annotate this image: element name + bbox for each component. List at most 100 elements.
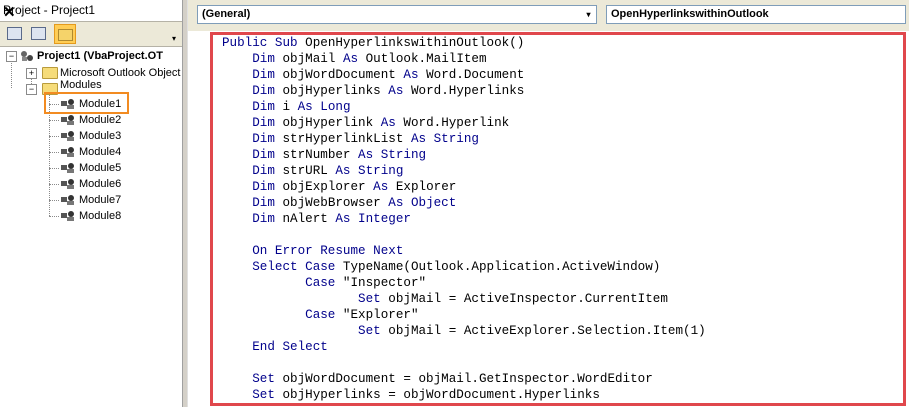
view-object-button[interactable] (28, 24, 48, 42)
tree-line (49, 152, 59, 153)
tree-node-label: Module4 (79, 146, 122, 158)
object-dropdown[interactable]: (General) ▾ (197, 5, 597, 24)
code-line: End Select (222, 339, 706, 355)
code-editor[interactable]: Public Sub OpenHyperlinkswithinOutlook()… (222, 35, 706, 403)
code-text: objHyperlinks = objWordDocument.Hyperlin… (282, 388, 600, 402)
view-code-icon (7, 27, 22, 40)
code-keyword: Set (222, 324, 389, 338)
code-text: objWordDocument (282, 68, 404, 82)
code-text: strURL (282, 164, 336, 178)
code-text: Word.Document (426, 68, 525, 82)
code-line: Dim objHyperlinks As Word.Hyperlinks (222, 83, 706, 99)
code-keyword: Dim (222, 148, 283, 162)
tree-node-label: Module6 (79, 178, 122, 190)
code-keyword: Dim (222, 132, 283, 146)
tree-node-module[interactable]: Module7 (0, 192, 182, 208)
code-keyword: Case (222, 308, 343, 322)
module-icon (61, 211, 74, 221)
code-keyword: Dim (222, 212, 283, 226)
collapse-icon[interactable]: − (6, 51, 17, 62)
tree-node-label: Project1 (VbaProject.OT (37, 50, 163, 62)
module-icon (61, 195, 74, 205)
procedure-dropdown[interactable]: OpenHyperlinkswithinOutlook (606, 5, 906, 24)
code-line: Dim i As Long (222, 99, 706, 115)
folder-icon (42, 67, 58, 79)
toolbar-scroll-button[interactable]: ▾ (171, 22, 182, 46)
procedure-dropdown-value: OpenHyperlinkswithinOutlook (611, 8, 769, 20)
tree-line (49, 120, 59, 121)
code-line: Dim objWordDocument As Word.Document (222, 67, 706, 83)
code-keyword: As Long (297, 100, 351, 114)
tree-line (49, 168, 59, 169)
vba-project-icon (21, 51, 33, 61)
tree-line (49, 136, 59, 137)
code-keyword: As (373, 180, 396, 194)
view-object-icon (31, 27, 46, 40)
module-icon (61, 163, 74, 173)
code-line: Set objMail = ActiveInspector.CurrentIte… (222, 291, 706, 307)
code-line: Select Case TypeName(Outlook.Application… (222, 259, 706, 275)
code-keyword: End Select (222, 340, 328, 354)
collapse-icon[interactable]: − (26, 84, 37, 95)
code-text: Word.Hyperlinks (410, 84, 525, 98)
tree-node-module[interactable]: Module5 (0, 160, 182, 176)
code-text: "Explorer" (342, 308, 419, 322)
tree-line (49, 216, 59, 217)
code-keyword: Dim (222, 180, 283, 194)
code-text: Outlook.MailItem (365, 52, 487, 66)
code-keyword: As String (410, 132, 479, 146)
code-line: Set objMail = ActiveExplorer.Selection.I… (222, 323, 706, 339)
tree-node-project[interactable]: − Project1 (VbaProject.OT (0, 48, 182, 64)
chevron-down-icon[interactable]: ▾ (581, 6, 596, 23)
tree-node-label: Module3 (79, 130, 122, 142)
module-icon (61, 131, 74, 141)
code-keyword: Public Sub (222, 36, 306, 50)
code-keyword: On Error Resume Next (222, 244, 404, 258)
tree-node-module[interactable]: Module2 (0, 112, 182, 128)
code-line: Dim strNumber As String (222, 147, 706, 163)
module-icon (61, 179, 74, 189)
code-keyword: Dim (222, 116, 283, 130)
code-text: Explorer (395, 180, 457, 194)
project-toolbar: ▾ (0, 21, 182, 47)
code-line: Dim objMail As Outlook.MailItem (222, 51, 706, 67)
tree-node-module[interactable]: Module6 (0, 176, 182, 192)
code-text: OpenHyperlinkswithinOutlook() (305, 36, 525, 50)
tree-node-label: Module8 (79, 210, 122, 222)
code-keyword: As Object (388, 196, 457, 210)
tree-node-label: Module5 (79, 162, 122, 174)
code-line: Case "Inspector" (222, 275, 706, 291)
code-keyword: Dim (222, 84, 283, 98)
code-text: objHyperlink (282, 116, 381, 130)
tree-line (49, 200, 59, 201)
code-line: On Error Resume Next (222, 243, 706, 259)
code-keyword: Case (222, 276, 343, 290)
code-line: Set objHyperlinks = objWordDocument.Hype… (222, 387, 706, 403)
code-text: nAlert (282, 212, 336, 226)
code-line: Set objWordDocument = objMail.GetInspect… (222, 371, 706, 387)
code-keyword: Dim (222, 52, 283, 66)
code-window: (General) ▾ OpenHyperlinkswithinOutlook … (188, 0, 909, 407)
code-line: Dim objHyperlink As Word.Hyperlink (222, 115, 706, 131)
tree-node-label: Module7 (79, 194, 122, 206)
expand-icon[interactable]: + (26, 68, 37, 79)
code-keyword: Select Case (222, 260, 343, 274)
code-keyword: Dim (222, 68, 283, 82)
code-line: Dim strURL As String (222, 163, 706, 179)
code-text: TypeName(Outlook.Application.ActiveWindo… (342, 260, 661, 274)
code-text: strNumber (282, 148, 359, 162)
toggle-folders-button[interactable] (54, 24, 76, 44)
code-keyword: As (342, 52, 366, 66)
tree-node-module[interactable]: Module8 (0, 208, 182, 224)
view-code-button[interactable] (4, 24, 24, 42)
module-icon (61, 115, 74, 125)
code-keyword: Dim (222, 196, 283, 210)
code-keyword: Set (222, 372, 283, 386)
code-keyword: Set (222, 388, 283, 402)
code-text: objWebBrowser (282, 196, 389, 210)
code-text: objExplorer (282, 180, 374, 194)
tree-node-module[interactable]: Module3 (0, 128, 182, 144)
tree-node-module[interactable]: Module4 (0, 144, 182, 160)
close-icon[interactable]: ✕ (3, 3, 179, 21)
